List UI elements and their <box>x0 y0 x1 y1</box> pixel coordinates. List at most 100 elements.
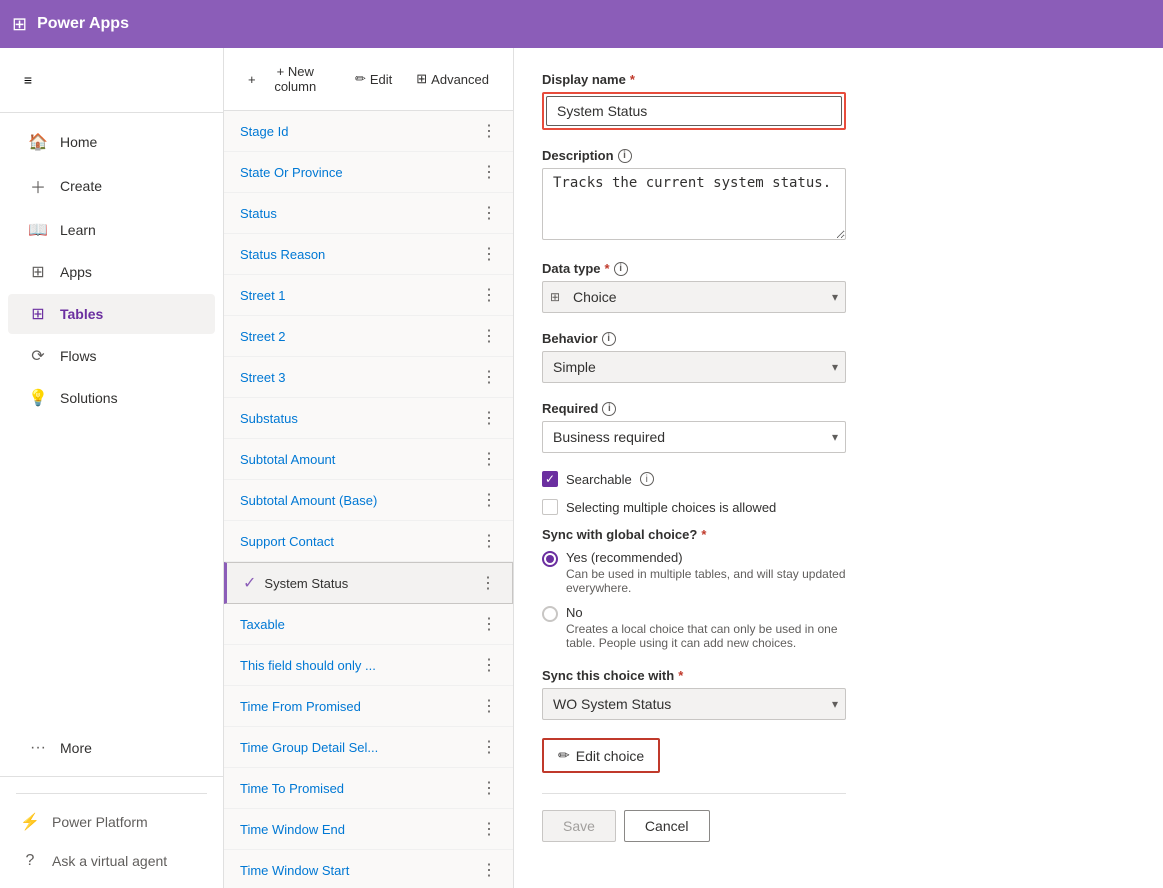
more-menu-icon[interactable]: ⋮ <box>481 860 497 880</box>
list-item[interactable]: Time Window End ⋮ <box>224 809 513 850</box>
description-info-icon[interactable]: i <box>618 149 632 163</box>
app-title: Power Apps <box>37 15 129 33</box>
sidebar-item-power-platform[interactable]: ⚡ Power Platform <box>0 802 223 842</box>
sidebar-item-apps[interactable]: ⊞ Apps <box>8 252 215 292</box>
save-button[interactable]: Save <box>542 810 616 842</box>
list-item[interactable]: Time Window Start ⋮ <box>224 850 513 888</box>
list-item[interactable]: Subtotal Amount (Base) ⋮ <box>224 480 513 521</box>
more-menu-icon[interactable]: ⋮ <box>481 819 497 839</box>
sync-choice-select[interactable]: WO System Status <box>542 688 846 720</box>
more-menu-icon[interactable]: ⋮ <box>481 778 497 798</box>
display-name-input[interactable] <box>546 96 842 126</box>
radio-yes-row: Yes (recommended) Can be used in multipl… <box>542 550 846 595</box>
data-type-info-icon[interactable]: i <box>614 262 628 276</box>
more-menu-icon[interactable]: ⋮ <box>481 655 497 675</box>
more-menu-icon[interactable]: ⋮ <box>481 162 497 182</box>
list-item[interactable]: Support Contact ⋮ <box>224 521 513 562</box>
list-item[interactable]: Time Group Detail Sel... ⋮ <box>224 727 513 768</box>
sidebar-item-tables[interactable]: ⊞ Tables <box>8 294 215 334</box>
list-item[interactable]: Subtotal Amount ⋮ <box>224 439 513 480</box>
list-item-text: Time Window End <box>240 822 345 837</box>
data-type-select[interactable]: Choice <box>542 281 846 313</box>
list-item[interactable]: Street 3 ⋮ <box>224 357 513 398</box>
action-buttons: Save Cancel <box>542 793 846 858</box>
display-name-field: Display name * <box>542 72 846 130</box>
list-item[interactable]: Substatus ⋮ <box>224 398 513 439</box>
more-menu-icon[interactable]: ⋮ <box>481 490 497 510</box>
data-type-field: Data type * i ⊞ Choice ▾ <box>542 261 846 313</box>
behavior-field: Behavior i Simple ▾ <box>542 331 846 383</box>
advanced-button[interactable]: ⊞ Advanced <box>408 67 497 91</box>
sidebar-item-label: Solutions <box>60 390 118 406</box>
chevron-down-icon: ▾ <box>832 430 838 444</box>
radio-yes[interactable] <box>542 551 558 567</box>
sidebar-item-home[interactable]: 🏠 Home <box>8 122 215 162</box>
list-item[interactable]: Time To Promised ⋮ <box>224 768 513 809</box>
more-menu-icon[interactable]: ⋮ <box>481 614 497 634</box>
chevron-down-icon: ▾ <box>832 697 838 711</box>
list-item[interactable]: Time From Promised ⋮ <box>224 686 513 727</box>
more-menu-icon[interactable]: ⋮ <box>481 121 497 141</box>
more-menu-icon[interactable]: ⋮ <box>481 449 497 469</box>
new-column-button[interactable]: + + New column <box>240 60 339 98</box>
description-textarea[interactable]: Tracks the current system status. <box>542 168 846 240</box>
list-item-text: Time From Promised <box>240 699 361 714</box>
cancel-button[interactable]: Cancel <box>624 810 710 842</box>
searchable-info-icon[interactable]: i <box>640 472 654 486</box>
list-item-system-status[interactable]: ✓ System Status ⋮ <box>224 562 513 604</box>
list-item-text: Subtotal Amount (Base) <box>240 493 377 508</box>
hamburger-button[interactable]: ≡ <box>8 60 48 100</box>
more-menu-icon[interactable]: ⋮ <box>481 737 497 757</box>
required-select-wrapper: Business required ▾ <box>542 421 846 453</box>
sidebar-item-create[interactable]: ＋ Create <box>8 164 215 208</box>
yes-desc: Can be used in multiple tables, and will… <box>566 567 846 595</box>
list-item[interactable]: Street 1 ⋮ <box>224 275 513 316</box>
edit-choice-button[interactable]: ✏ Edit choice <box>542 738 660 773</box>
behavior-select[interactable]: Simple <box>542 351 846 383</box>
sidebar-item-solutions[interactable]: 💡 Solutions <box>8 378 215 418</box>
more-menu-icon[interactable]: ⋮ <box>481 531 497 551</box>
radio-yes-text: Yes (recommended) Can be used in multipl… <box>566 550 846 595</box>
more-menu-icon[interactable]: ⋮ <box>480 573 496 593</box>
edit-button[interactable]: ✏ Edit <box>347 67 400 91</box>
more-menu-icon[interactable]: ⋮ <box>481 203 497 223</box>
radio-no-text: No Creates a local choice that can only … <box>566 605 846 650</box>
more-menu-icon[interactable]: ⋮ <box>481 367 497 387</box>
apps-icon: ⊞ <box>28 262 48 282</box>
list-item[interactable]: Street 2 ⋮ <box>224 316 513 357</box>
list-item-text: System Status <box>264 576 348 591</box>
power-platform-icon: ⚡ <box>20 812 40 832</box>
more-menu-icon[interactable]: ⋮ <box>481 244 497 264</box>
radio-no[interactable] <box>542 606 558 622</box>
display-name-label: Display name * <box>542 72 846 87</box>
searchable-checkbox[interactable]: ✓ <box>542 471 558 487</box>
list-item-text: Time To Promised <box>240 781 344 796</box>
more-menu-icon[interactable]: ⋮ <box>481 408 497 428</box>
sidebar-nav: 🏠 Home ＋ Create 📖 Learn ⊞ Apps ⊞ Tables … <box>0 113 223 776</box>
list-item[interactable]: Taxable ⋮ <box>224 604 513 645</box>
flows-icon: ⟳ <box>28 346 48 366</box>
behavior-info-icon[interactable]: i <box>602 332 616 346</box>
more-menu-icon[interactable]: ⋮ <box>481 696 497 716</box>
list-item[interactable]: Stage Id ⋮ <box>224 111 513 152</box>
sidebar-item-flows[interactable]: ⟳ Flows <box>8 336 215 376</box>
multiple-choices-checkbox[interactable] <box>542 499 558 515</box>
list-item-text: Support Contact <box>240 534 334 549</box>
list-item[interactable]: State Or Province ⋮ <box>224 152 513 193</box>
more-menu-icon[interactable]: ⋮ <box>481 326 497 346</box>
list-item[interactable]: Status ⋮ <box>224 193 513 234</box>
sidebar-item-label: Home <box>60 134 97 150</box>
more-menu-icon[interactable]: ⋮ <box>481 285 497 305</box>
sidebar-item-label: Create <box>60 178 102 194</box>
list-item[interactable]: Status Reason ⋮ <box>224 234 513 275</box>
required-field: Required i Business required ▾ <box>542 401 846 453</box>
required-info-icon[interactable]: i <box>602 402 616 416</box>
sidebar-item-more[interactable]: ··· More <box>8 729 215 767</box>
list-item-text: Taxable <box>240 617 285 632</box>
list-item-text: Time Window Start <box>240 863 349 878</box>
sidebar-item-ask-agent[interactable]: ? Ask a virtual agent <box>0 842 223 880</box>
chevron-down-icon: ▾ <box>832 290 838 304</box>
required-select[interactable]: Business required <box>542 421 846 453</box>
sidebar-item-learn[interactable]: 📖 Learn <box>8 210 215 250</box>
list-item[interactable]: This field should only ... ⋮ <box>224 645 513 686</box>
